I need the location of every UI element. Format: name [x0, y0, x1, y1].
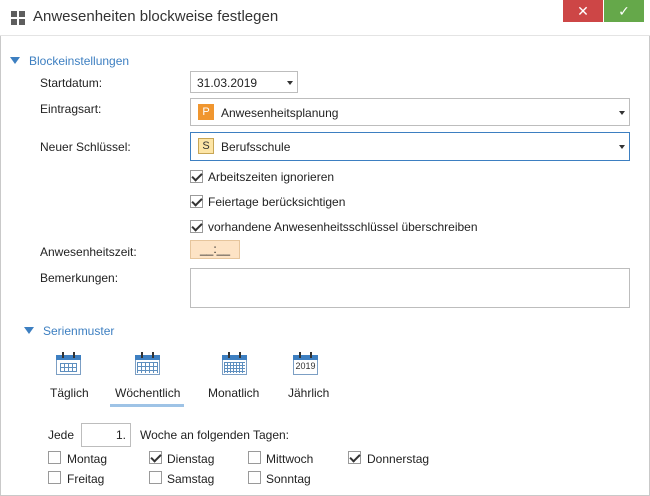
- calendar-week-icon: [135, 352, 160, 375]
- day-tuesday-checkbox[interactable]: [149, 451, 162, 464]
- new-key-value: Berufsschule: [221, 140, 291, 154]
- chevron-down-icon[interactable]: [287, 81, 293, 85]
- calendar-month-icon: [222, 352, 247, 375]
- window-title: Anwesenheiten blockweise festlegen: [33, 8, 279, 25]
- week-on-days-label: Woche an folgenden Tagen:: [140, 428, 290, 442]
- calendar-year-text: 2019: [295, 361, 316, 371]
- entry-type-badge: P: [198, 104, 214, 120]
- week-interval-input[interactable]: 1.: [81, 423, 131, 447]
- chevron-down-icon[interactable]: [619, 111, 625, 115]
- calendar-day-icon: [56, 352, 81, 375]
- entry-type-select[interactable]: P Anwesenheitsplanung: [190, 98, 630, 126]
- collapse-triangle-icon: [10, 57, 20, 64]
- checkmark-icon: ✓: [618, 3, 630, 19]
- day-friday-label: Freitag: [67, 472, 105, 486]
- entry-type-label: Eintragsart:: [40, 102, 102, 116]
- day-sunday-label: Sonntag: [266, 472, 311, 486]
- chevron-down-icon[interactable]: [619, 145, 625, 149]
- close-button[interactable]: ✕: [563, 0, 603, 22]
- entry-type-value: Anwesenheitsplanung: [221, 106, 339, 120]
- tab-weekly[interactable]: Wöchentlich: [110, 352, 186, 408]
- day-saturday-label: Samstag: [167, 472, 215, 486]
- section-block-settings-label: Blockeinstellungen: [29, 54, 130, 68]
- tab-selected-indicator: [110, 404, 184, 407]
- every-label: Jede: [48, 428, 75, 442]
- day-wednesday-checkbox[interactable]: [248, 451, 261, 464]
- day-saturday-checkbox[interactable]: [149, 471, 162, 484]
- start-date-value: 31.03.2019: [197, 76, 258, 90]
- start-date-picker[interactable]: 31.03.2019: [190, 71, 298, 93]
- tab-daily-label: Täglich: [50, 386, 89, 400]
- consider-holidays-checkbox[interactable]: [190, 195, 203, 208]
- ok-button[interactable]: ✓: [604, 0, 644, 22]
- day-monday-checkbox[interactable]: [48, 451, 61, 464]
- ignore-worktimes-label: Arbeitszeiten ignorieren: [208, 170, 335, 184]
- new-key-label: Neuer Schlüssel:: [40, 140, 131, 154]
- tab-yearly-label: Jährlich: [288, 386, 330, 400]
- title-bar: Anwesenheiten blockweise festlegen ✕ ✓: [0, 0, 650, 36]
- day-sunday-checkbox[interactable]: [248, 471, 261, 484]
- tab-yearly[interactable]: 2019 Jährlich: [282, 352, 334, 402]
- section-series[interactable]: Serienmuster: [24, 324, 114, 338]
- new-key-select[interactable]: S Berufsschule: [190, 132, 630, 161]
- close-icon: ✕: [577, 3, 589, 19]
- tab-monthly-label: Monatlich: [208, 386, 260, 400]
- ignore-worktimes-checkbox[interactable]: [190, 170, 203, 183]
- collapse-triangle-icon: [24, 327, 34, 334]
- day-tuesday-label: Dienstag: [167, 452, 215, 466]
- tab-weekly-label: Wöchentlich: [115, 386, 181, 400]
- section-block-settings[interactable]: Blockeinstellungen: [10, 54, 129, 68]
- tab-daily[interactable]: Täglich: [40, 352, 98, 402]
- overwrite-keys-label: vorhandene Anwesenheitsschlüssel übersch…: [208, 220, 478, 234]
- day-monday-label: Montag: [67, 452, 108, 466]
- calendar-year-icon: 2019: [293, 352, 318, 375]
- consider-holidays-label: Feiertage berücksichtigen: [208, 195, 346, 209]
- remarks-textarea[interactable]: [190, 268, 630, 308]
- day-wednesday-label: Mittwoch: [266, 452, 314, 466]
- attendance-time-label: Anwesenheitszeit:: [40, 245, 137, 259]
- remarks-label: Bemerkungen:: [40, 271, 119, 285]
- attendance-time-input[interactable]: __:__: [190, 240, 240, 259]
- day-thursday-checkbox[interactable]: [348, 451, 361, 464]
- day-friday-checkbox[interactable]: [48, 471, 61, 484]
- overwrite-keys-checkbox[interactable]: [190, 220, 203, 233]
- tab-monthly[interactable]: Monatlich: [204, 352, 268, 402]
- new-key-badge: S: [198, 138, 214, 154]
- section-series-label: Serienmuster: [43, 324, 115, 338]
- start-date-label: Startdatum:: [40, 76, 103, 90]
- grid-icon: [11, 11, 26, 26]
- day-thursday-label: Donnerstag: [367, 452, 430, 466]
